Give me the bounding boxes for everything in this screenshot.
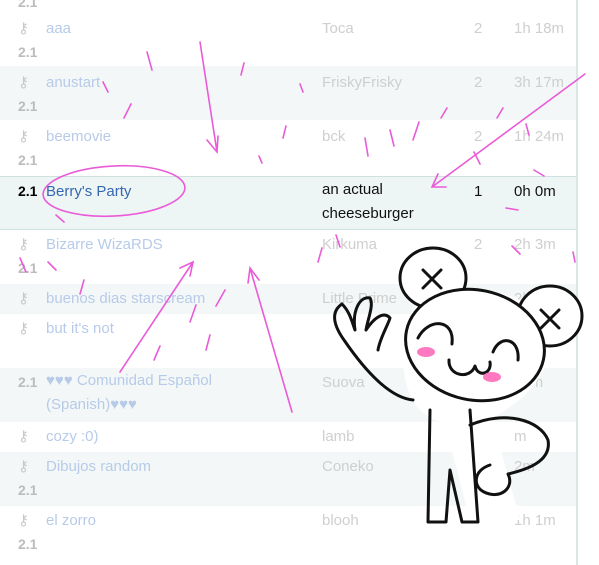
table-row[interactable]: ⚷ anustart FriskyFrisky 2 3h 17m 2.1 [0, 66, 576, 120]
room-name-line: ♥♥♥ Comunidad Español [46, 372, 212, 389]
owner-line: an actual [322, 181, 383, 198]
player-count: 2 [474, 236, 483, 253]
room-owner: Toca [322, 20, 354, 37]
room-owner: blooh [322, 512, 359, 529]
room-uptime: 1h 18m [514, 20, 565, 37]
room-name-link[interactable]: Dibujos random [46, 458, 151, 475]
table-row-active[interactable]: 2.1 Berry's Party an actual cheeseburger… [0, 176, 576, 230]
table-row[interactable]: 2.1 ♥♥♥ Comunidad Español (Spanish)♥♥♥ S… [0, 368, 576, 422]
table-row[interactable]: ⚷ el zorro blooh 1h 1m 2.1 [0, 506, 576, 565]
room-name-link[interactable]: Bizarre WizaRDS [46, 236, 163, 253]
room-owner: lamb [322, 428, 355, 445]
version-label: 2.1 [18, 482, 38, 498]
room-owner: bck [322, 128, 346, 145]
room-uptime: 2m [514, 458, 535, 475]
room-owner: Kirkuma [322, 236, 378, 253]
room-name-link[interactable]: Berry's Party [46, 183, 131, 200]
player-count: 2 [474, 74, 483, 91]
room-uptime: 1h 24m [514, 128, 565, 145]
table-row[interactable]: ⚷ Bizarre WizaRDS Kirkuma 2 2h 3m 2.1 [0, 230, 576, 284]
version-label: 2.1 [18, 98, 38, 114]
room-uptime: 54m [514, 374, 544, 391]
room-owner: Suova [322, 374, 365, 391]
key-icon: ⚷ [18, 128, 29, 145]
table-row[interactable]: ⚷ Dibujos random Coneko 2m 2.1 [0, 452, 576, 506]
player-count: 2 [474, 20, 483, 37]
room-name-link[interactable]: beemovie [46, 128, 111, 145]
room-name-line: (Spanish)♥♥♥ [46, 396, 137, 413]
room-uptime: m [514, 428, 527, 445]
game-list-table: 2.1 ⚷ aaa Toca 2 1h 18m 2.1 ⚷ anustart F… [0, 0, 578, 565]
player-count: 2 [474, 128, 483, 145]
key-icon: ⚷ [18, 74, 29, 91]
owner-line: cheeseburger [322, 205, 414, 222]
player-count: 1 [474, 183, 483, 200]
room-name-link[interactable]: aaa [46, 20, 71, 37]
key-icon: ⚷ [18, 20, 29, 37]
key-icon: ⚷ [18, 428, 29, 445]
room-name-link[interactable]: but it's not [46, 320, 114, 337]
version-label: 2.1 [18, 152, 38, 168]
room-owner: Coneko [322, 458, 374, 475]
table-row[interactable]: ⚷ but it's not [0, 314, 576, 368]
room-name-link[interactable]: cozy :0) [46, 428, 99, 445]
room-uptime: 0h 0m [514, 183, 556, 200]
key-icon: ⚷ [18, 290, 29, 307]
table-row[interactable]: ⚷ buenos dias starscream Little Prime 2 … [0, 284, 576, 314]
key-icon: ⚷ [18, 512, 29, 529]
table-row[interactable]: ⚷ cozy :0) lamb m [0, 422, 576, 452]
table-right-border [576, 0, 578, 565]
key-icon: ⚷ [18, 320, 29, 337]
key-icon: ⚷ [18, 458, 29, 475]
room-uptime: 3h 17m [514, 74, 565, 91]
version-label: 2.1 [18, 260, 38, 276]
table-row[interactable]: ⚷ aaa Toca 2 1h 18m 2.1 [0, 12, 576, 66]
room-uptime: 2h [514, 290, 531, 307]
room-owner: FriskyFrisky [322, 74, 402, 91]
room-name-link[interactable]: buenos dias starscream [46, 290, 205, 307]
room-owner: an actual cheeseburger [322, 178, 442, 226]
room-uptime: 2h 3m [514, 236, 556, 253]
key-icon: ⚷ [18, 236, 29, 253]
room-name-link[interactable]: ♥♥♥ Comunidad Español (Spanish)♥♥♥ [46, 369, 286, 417]
room-name-link[interactable]: anustart [46, 74, 100, 91]
version-label: 2.1 [18, 536, 38, 552]
version-label: 2.1 [18, 44, 38, 60]
room-name-link[interactable]: el zorro [46, 512, 96, 529]
room-uptime: 1h 1m [514, 512, 556, 529]
player-count: 2 [474, 290, 483, 307]
version-label: 2.1 [18, 0, 38, 10]
version-label: 2.1 [18, 183, 38, 199]
version-label: 2.1 [18, 374, 38, 390]
table-row[interactable]: ⚷ beemovie bck 2 1h 24m 2.1 [0, 120, 576, 174]
room-owner: Little Prime [322, 290, 398, 307]
